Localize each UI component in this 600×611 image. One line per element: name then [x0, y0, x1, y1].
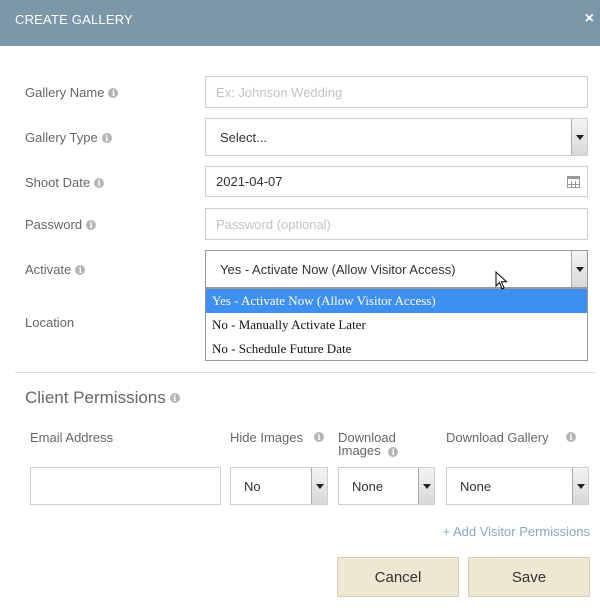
download-gallery-select[interactable]: None [446, 467, 589, 505]
dialog-title: CREATE GALLERY [15, 12, 133, 27]
info-icon: i [86, 219, 97, 230]
password-placeholder: Password (optional) [216, 216, 331, 232]
password-input[interactable]: Password (optional) [205, 208, 588, 240]
chevron-down-icon[interactable] [571, 119, 587, 155]
info-icon: i [314, 432, 324, 442]
activate-option[interactable]: No - Manually Activate Later [206, 313, 587, 337]
password-label: Password i [25, 217, 97, 232]
add-visitor-permissions-link[interactable]: + Add Visitor Permissions [442, 524, 590, 539]
shoot-date-value: 2021-04-07 [216, 174, 283, 189]
chevron-down-icon[interactable] [418, 468, 434, 504]
download-images-header-line2: Images i [338, 443, 399, 458]
gallery-type-select[interactable]: Select... [205, 118, 588, 156]
chevron-down-icon[interactable] [572, 468, 588, 504]
activate-option[interactable]: Yes - Activate Now (Allow Visitor Access… [206, 289, 587, 313]
client-permissions-title-text: Client Permissions [25, 388, 166, 407]
gallery-name-label: Gallery Name i [25, 85, 119, 100]
download-images-header-line2-text: Images [338, 443, 381, 458]
chevron-down-icon[interactable] [311, 468, 327, 504]
gallery-name-label-text: Gallery Name [25, 85, 105, 100]
hide-images-select[interactable]: No [230, 467, 328, 505]
download-gallery-column-header: Download Gallery [446, 430, 549, 445]
info-icon: i [108, 87, 119, 98]
client-permissions-title: Client Permissions i [25, 388, 180, 408]
mouse-cursor-icon [495, 271, 508, 290]
activate-select[interactable]: Yes - Activate Now (Allow Visitor Access… [205, 250, 588, 288]
cancel-button[interactable]: Cancel [337, 557, 459, 597]
email-input[interactable] [30, 467, 221, 505]
activate-dropdown-list[interactable]: Yes - Activate Now (Allow Visitor Access… [205, 288, 588, 361]
activate-option[interactable]: No - Schedule Future Date [206, 337, 587, 361]
section-divider [15, 372, 595, 373]
gallery-type-value: Select... [220, 129, 267, 145]
download-images-select[interactable]: None [338, 467, 435, 505]
chevron-down-icon[interactable] [571, 251, 587, 287]
location-label-text: Location [25, 315, 75, 330]
shoot-date-label: Shoot Date i [25, 175, 105, 190]
location-label: Location [25, 315, 74, 330]
email-column-header: Email Address [30, 430, 114, 445]
info-icon: i [75, 264, 86, 275]
info-icon: i [566, 432, 576, 442]
dialog-header: CREATE GALLERY × [0, 0, 600, 46]
gallery-name-input[interactable]: Ex: Johnson Wedding [205, 76, 588, 108]
info-icon: i [101, 132, 112, 143]
info-icon: i [94, 177, 105, 188]
info-icon: i [388, 447, 399, 457]
gallery-type-label: Gallery Type i [25, 130, 112, 145]
activate-value: Yes - Activate Now (Allow Visitor Access… [220, 261, 456, 277]
info-icon: i [169, 393, 180, 403]
gallery-name-placeholder: Ex: Johnson Wedding [216, 84, 343, 100]
close-icon[interactable]: × [585, 10, 594, 28]
gallery-type-label-text: Gallery Type [25, 130, 98, 145]
hide-images-column-header: Hide Images [230, 430, 303, 445]
hide-images-value: No [244, 478, 261, 494]
download-images-value: None [352, 478, 384, 494]
activate-label: Activate i [25, 262, 86, 277]
save-button[interactable]: Save [468, 557, 590, 597]
activate-label-text: Activate [25, 262, 72, 277]
password-label-text: Password [25, 217, 83, 232]
download-images-column-header: Download Images i [338, 431, 399, 458]
calendar-icon[interactable] [567, 176, 580, 188]
download-gallery-value: None [460, 478, 492, 494]
shoot-date-label-text: Shoot Date [25, 175, 91, 190]
shoot-date-input[interactable]: 2021-04-07 [205, 166, 588, 197]
